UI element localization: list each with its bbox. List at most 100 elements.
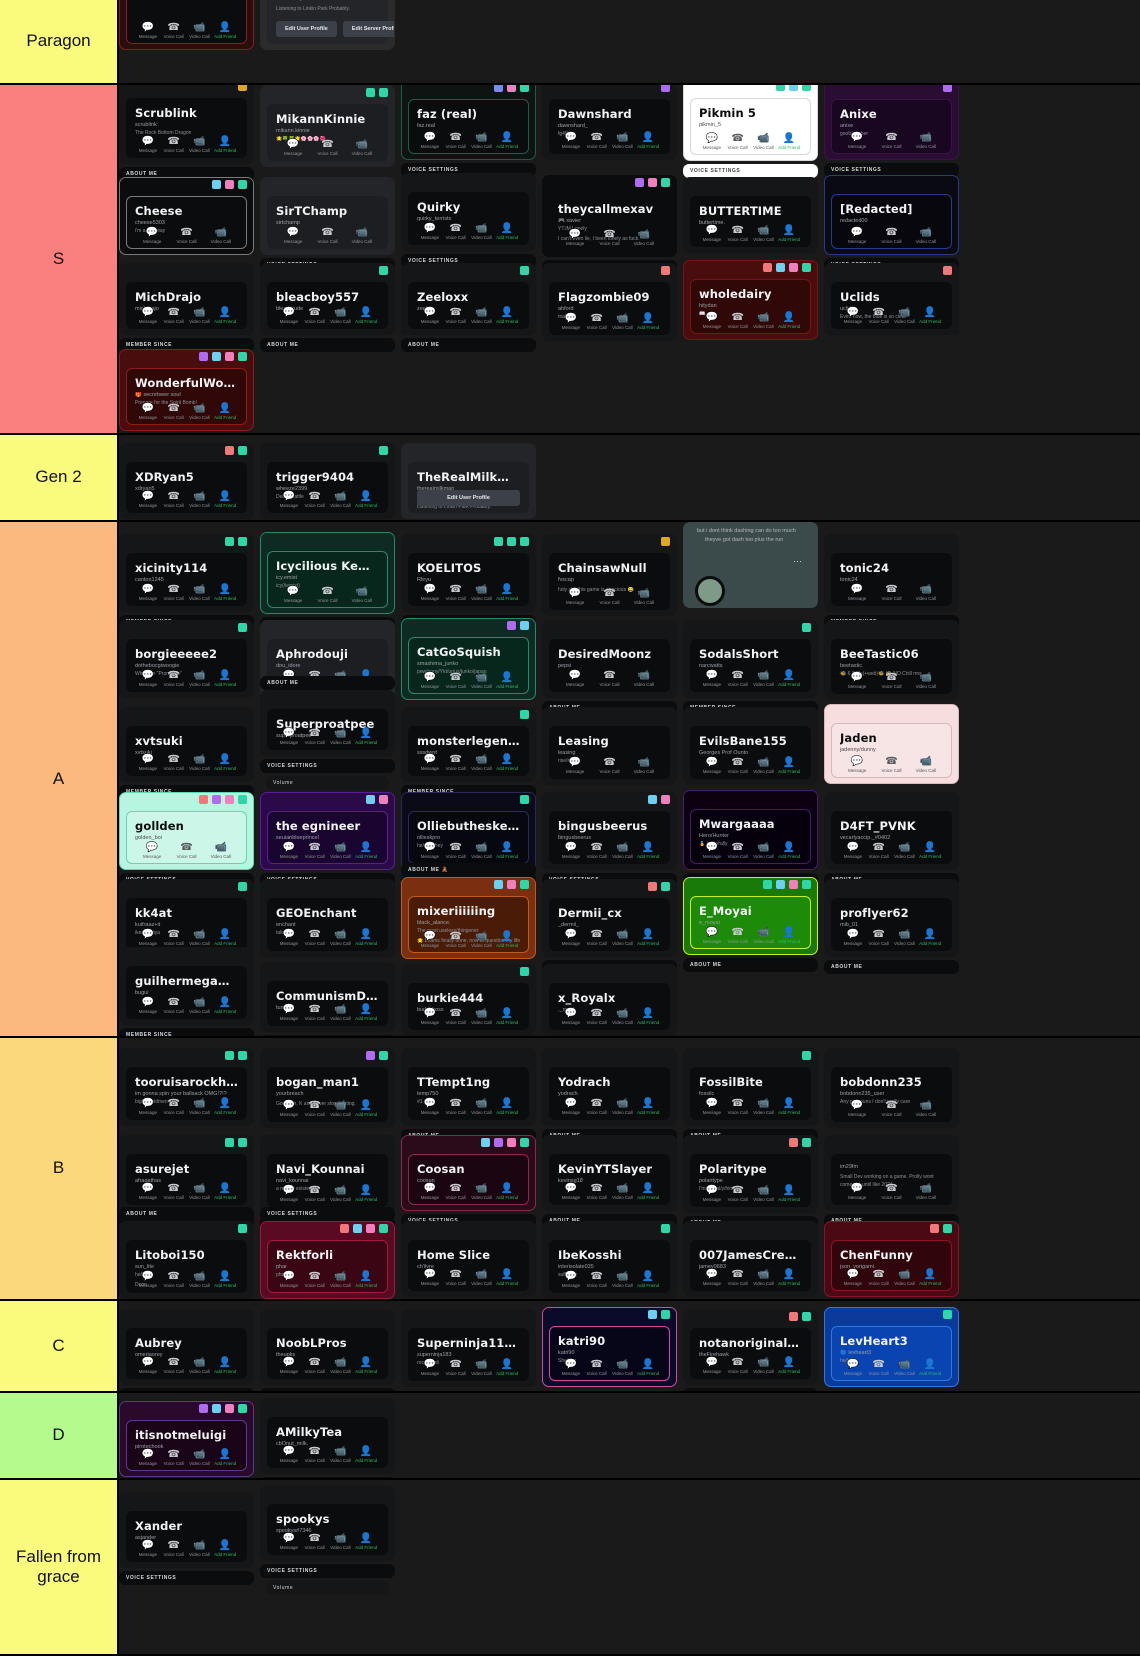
add-action[interactable]: 👤Add Friend (212, 1357, 238, 1374)
voice-action[interactable]: ☎Voice Call (161, 1183, 187, 1200)
add-action[interactable]: 👤Add Friend (494, 223, 520, 240)
video-action[interactable]: 📹Video Call (187, 1540, 213, 1557)
message-action[interactable]: 💬Message (558, 1008, 584, 1025)
add-action[interactable]: 👤Add Friend (353, 1357, 379, 1374)
profile-card[interactable]: tonic24 tonic24 💬 Message ☎ Voice Call 📹 Video … (824, 534, 959, 612)
message-action[interactable]: 💬Message (276, 491, 302, 508)
video-action[interactable]: 📹Video Call (187, 22, 213, 39)
add-action[interactable]: 👤Add Friend (494, 754, 520, 771)
add-action[interactable]: 👤Add Friend (635, 132, 661, 149)
video-action[interactable]: 📹Video Call (187, 491, 213, 508)
message-action[interactable]: 💬Message (840, 929, 866, 946)
profile-card[interactable]: CommunismDispensertuncord💬Message☎Voice … (260, 962, 395, 1032)
voice-action[interactable]: ☎Voice Call (302, 491, 328, 508)
add-action[interactable]: 👤Add Friend (917, 1359, 943, 1376)
message-action[interactable]: 💬Message (699, 757, 725, 774)
video-action[interactable]: 📹Video Call (469, 1098, 495, 1115)
video-action[interactable]: 📹Video Call (751, 225, 777, 242)
video-action[interactable]: 📹Video Call (892, 1269, 918, 1286)
video-action[interactable]: 📹Video Call (328, 1271, 354, 1288)
add-action[interactable]: 👤Add Friend (494, 672, 520, 689)
profile-card[interactable]: GEOEnchant enchant taken 💬 Message ☎ Voice Cal… (260, 879, 395, 957)
message-action[interactable]: 💬Message (417, 754, 443, 771)
voice-action[interactable]: ☎Voice Call (584, 1008, 610, 1025)
profile-card[interactable]: NoobLPros theupks 💬 Message ☎ Voice Call 📹 Vide… (260, 1309, 395, 1385)
add-action[interactable]: 👤Add Friend (212, 307, 238, 324)
add-action[interactable]: 👤Add Friend (353, 307, 379, 324)
message-action[interactable]: 💬Message (558, 1359, 584, 1376)
add-action[interactable]: 👤Add Friend (917, 929, 943, 946)
video-action[interactable]: 📹Video Call (892, 929, 918, 946)
voice-action[interactable]: ☎Voice Call (161, 403, 187, 420)
add-action[interactable]: 👤Add Friend (776, 1269, 802, 1286)
message-action[interactable]: 💬Message (135, 584, 161, 601)
profile-card[interactable]: BeeTastic06 beetastic. 🐝 6 GIFs(+web)🐝 🐝 N… (824, 620, 959, 700)
profile-card[interactable]: SirTChamp sirtchamp 💬 Message ☎ Voice Call 📹 Vi… (260, 177, 395, 255)
video-action[interactable]: 📹Video Call (328, 728, 354, 745)
message-action[interactable]: 💬Message (699, 1185, 725, 1202)
profile-card[interactable]: IbeKosshi interisolate035 suffering 💬 Messag… (542, 1221, 677, 1299)
message-action[interactable]: 💬Message (417, 1183, 443, 1200)
video-action[interactable]: 📹Video Call (349, 227, 375, 244)
add-action[interactable]: 👤Add Friend (494, 584, 520, 601)
voice-action[interactable]: ☎Voice Call (302, 929, 328, 946)
profile-card[interactable]: proflyer62 mib_01 💬 Message ☎ Voice Call 📹 Vide… (824, 879, 959, 957)
add-action[interactable]: 👤Add Friend (212, 1183, 238, 1200)
add-action[interactable]: 👤Add Friend (353, 842, 379, 859)
video-action[interactable]: 📹Video Call (208, 227, 234, 244)
voice-action[interactable]: ☎Voice Call (725, 225, 751, 242)
video-action[interactable]: 📹Video Call (469, 842, 495, 859)
profile-card[interactable]: E_Moyai e_moyai 💬 Message ☎ Voice Call 📹 Video … (683, 877, 818, 955)
video-action[interactable]: 📹Video Call (892, 1359, 918, 1376)
profile-card[interactable]: notanoriginalname1theFirehawk💬Message☎Vo… (683, 1309, 818, 1385)
profile-card[interactable]: bingusbeerus bingusbeerus 💬 Message ☎ Voice C… (542, 792, 677, 870)
voice-action[interactable]: ☎Voice Call (174, 842, 200, 859)
voice-action[interactable]: ☎Voice Call (161, 754, 187, 771)
add-action[interactable]: 👤Add Friend (212, 754, 238, 771)
add-action[interactable]: 👤Add Friend (776, 225, 802, 242)
video-action[interactable]: 📹Video Call (469, 307, 495, 324)
profile-card[interactable]: spookys spookys#7346 💬 Message ☎ Voice Call 📹 V… (260, 1485, 395, 1561)
profile-card[interactable]: monsterlegend2344sssdwnt💬Message☎Voice C… (401, 707, 536, 782)
voice-action[interactable]: ☎Voice Call (315, 139, 341, 156)
voice-action[interactable]: ☎Voice Call (443, 1359, 469, 1376)
voice-action[interactable]: ☎Voice Call (443, 1098, 469, 1115)
message-action[interactable]: 💬Message (139, 842, 165, 859)
video-action[interactable]: 📹Video Call (328, 1100, 354, 1117)
video-action[interactable]: 📹Video Call (187, 136, 213, 153)
message-action[interactable]: 💬Message (135, 1098, 161, 1115)
profile-card[interactable]: SodalsShort narcwatts 💬 Message ☎ Voice Call 📹… (683, 620, 818, 698)
add-action[interactable]: 👤Add Friend (776, 757, 802, 774)
profile-card[interactable]: the egnineer seuianbleeprincel 💬 Message ☎ Vo… (260, 792, 395, 870)
voice-action[interactable]: ☎Voice Call (302, 1185, 328, 1202)
add-action[interactable]: 👤Add Friend (212, 22, 238, 39)
voice-action[interactable]: ☎Voice Call (443, 931, 469, 948)
tier-dropzone[interactable]: VOICE SETTINGS Xander asjander 💬 Message ☎ Voi… (119, 1480, 1140, 1654)
profile-card[interactable]: gollden golden_boi 💬 Message ☎ Voice Call 📹 Vid… (119, 792, 254, 870)
message-action[interactable]: 💬Message (844, 1183, 870, 1200)
profile-card[interactable]: guilhermegames55bugui💬Message☎Voice Call… (119, 947, 254, 1025)
video-action[interactable]: 📹Video Call (751, 927, 777, 944)
message-action[interactable]: 💬Message (276, 929, 302, 946)
message-action[interactable]: 💬Message (844, 756, 870, 773)
message-action[interactable]: 💬Message (558, 842, 584, 859)
voice-action[interactable]: ☎Voice Call (879, 672, 905, 689)
profile-card[interactable]: Rektforli phar phar 💬 Message ☎ Voice Call 📹 Vid… (260, 1221, 395, 1299)
message-action[interactable]: 💬Message (844, 227, 870, 244)
message-action[interactable]: 💬Message (699, 1098, 725, 1115)
video-action[interactable]: 📹Video Call (751, 1098, 777, 1115)
video-action[interactable]: 📹Video Call (892, 307, 918, 324)
voice-action[interactable]: ☎Voice Call (443, 842, 469, 859)
message-action[interactable]: 💬Message (699, 312, 725, 329)
add-action[interactable]: 👤Add Friend (635, 929, 661, 946)
tier-label-s[interactable]: S (0, 85, 119, 433)
profile-card[interactable]: LevHeart3 🔵 levheart3 he/him 💬 Message ☎ Voice… (824, 1307, 959, 1387)
message-action[interactable]: 💬Message (558, 1183, 584, 1200)
profile-card[interactable]: Scrublink scrublink The Rock Bottom Dragon… (119, 85, 254, 164)
video-action[interactable]: 📹Video Call (187, 929, 213, 946)
voice-action[interactable]: ☎Voice Call (725, 312, 751, 329)
profile-card[interactable]: Flagzombie09 ahford male 💬 Message ☎ Voice Cal… (542, 263, 677, 341)
voice-action[interactable]: ☎Voice Call (161, 1098, 187, 1115)
video-action[interactable]: 📹Video Call (469, 672, 495, 689)
profile-card[interactable]: theycallmexav 🎮 xavier YT.IM.Lonely I can't… (542, 175, 677, 257)
